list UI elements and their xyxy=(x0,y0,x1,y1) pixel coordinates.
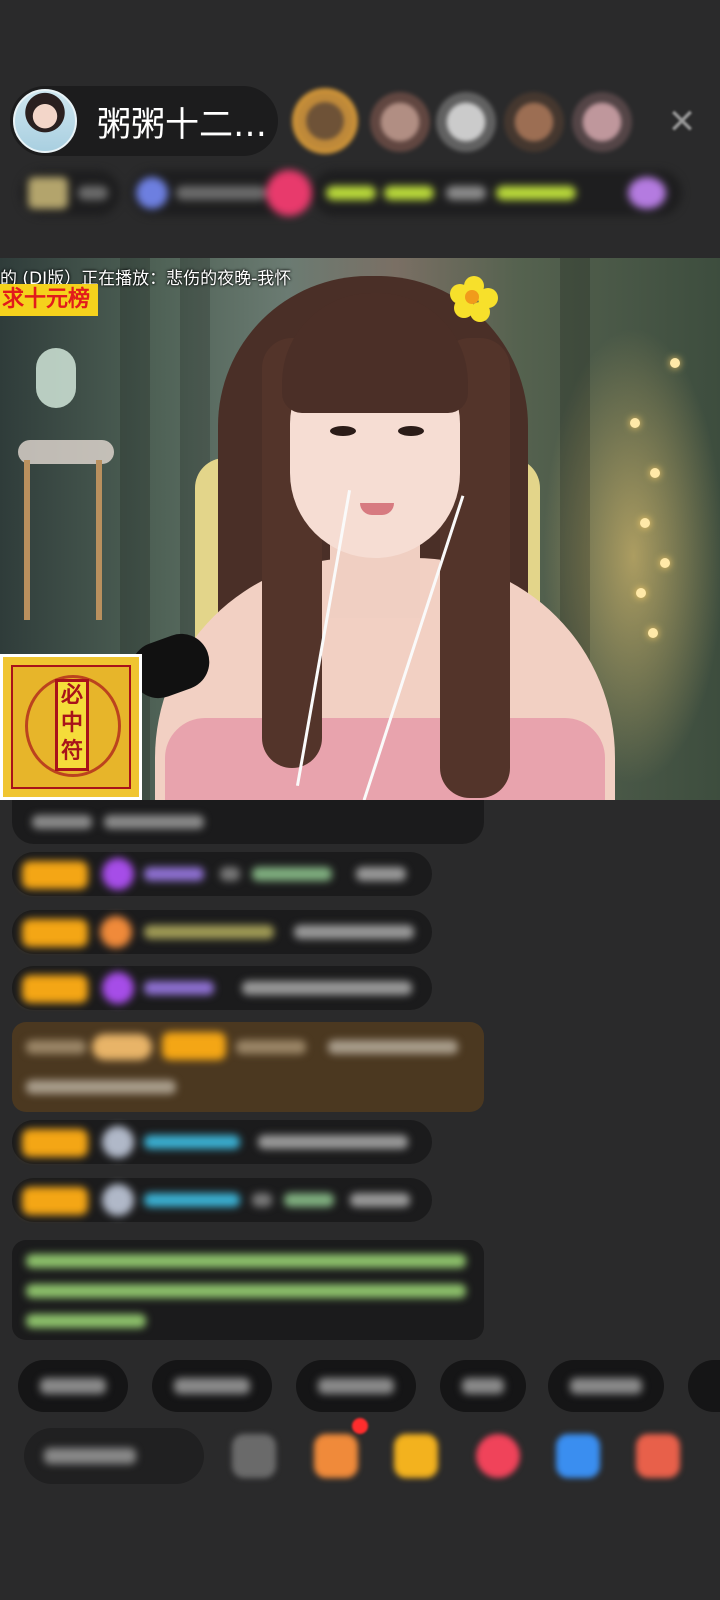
charm-char: 符 xyxy=(60,739,83,764)
live-video[interactable]: 的 (DJ版）正在播放：悲伤的夜晚-我怀 求十元榜 必 中 符 xyxy=(0,258,720,800)
background-lamp xyxy=(18,348,114,648)
rank-tag[interactable]: 求十元榜 xyxy=(0,284,99,316)
notification-dot xyxy=(352,1418,368,1434)
host-name[interactable]: 粥粥十二… xyxy=(97,97,267,146)
lucky-charm-sticker[interactable]: 必 中 符 xyxy=(0,654,142,800)
host-avatar[interactable] xyxy=(13,89,77,153)
viewer-avatar[interactable] xyxy=(504,92,564,152)
cloud-icon[interactable] xyxy=(556,1434,600,1478)
header-chip-row xyxy=(20,170,700,216)
charm-char: 中 xyxy=(60,711,83,736)
host-info-pill[interactable]: 粥粥十二… xyxy=(10,86,278,156)
chip-fan-club[interactable] xyxy=(130,170,312,216)
quick-reply-chip[interactable] xyxy=(548,1360,664,1412)
chip-hourly-rank[interactable] xyxy=(20,170,120,216)
chat-message[interactable] xyxy=(12,966,432,1010)
quick-reply-row xyxy=(0,1360,720,1412)
viewer-avatar[interactable] xyxy=(572,92,632,152)
chip-activity[interactable] xyxy=(312,170,682,216)
quick-reply-chip[interactable] xyxy=(296,1360,416,1412)
viewer-avatar[interactable] xyxy=(292,88,358,154)
system-message[interactable] xyxy=(12,1022,484,1112)
announcement-message xyxy=(12,1240,484,1340)
quick-reply-chip[interactable] xyxy=(152,1360,272,1412)
close-icon[interactable]: ✕ xyxy=(664,104,700,140)
chat-message[interactable] xyxy=(12,1178,432,1222)
charm-char: 必 xyxy=(60,683,83,708)
more-apps-icon[interactable] xyxy=(636,1434,680,1478)
quick-reply-chip[interactable] xyxy=(18,1360,128,1412)
quick-reply-chip[interactable] xyxy=(688,1360,720,1412)
chat-message[interactable] xyxy=(12,1120,432,1164)
chat-message[interactable] xyxy=(12,800,484,844)
gift-box-icon[interactable] xyxy=(314,1434,358,1478)
chat-message[interactable] xyxy=(12,852,432,896)
quick-reply-chip[interactable] xyxy=(440,1360,526,1412)
chat-input[interactable] xyxy=(24,1428,204,1484)
chat-message[interactable] xyxy=(12,910,432,954)
flower-hairpin-icon xyxy=(450,276,498,324)
viewer-avatar[interactable] xyxy=(436,92,496,152)
heart-icon[interactable] xyxy=(476,1434,520,1478)
red-packet-icon[interactable] xyxy=(394,1434,438,1478)
emoji-icon[interactable] xyxy=(232,1434,276,1478)
viewer-avatar[interactable] xyxy=(370,92,430,152)
